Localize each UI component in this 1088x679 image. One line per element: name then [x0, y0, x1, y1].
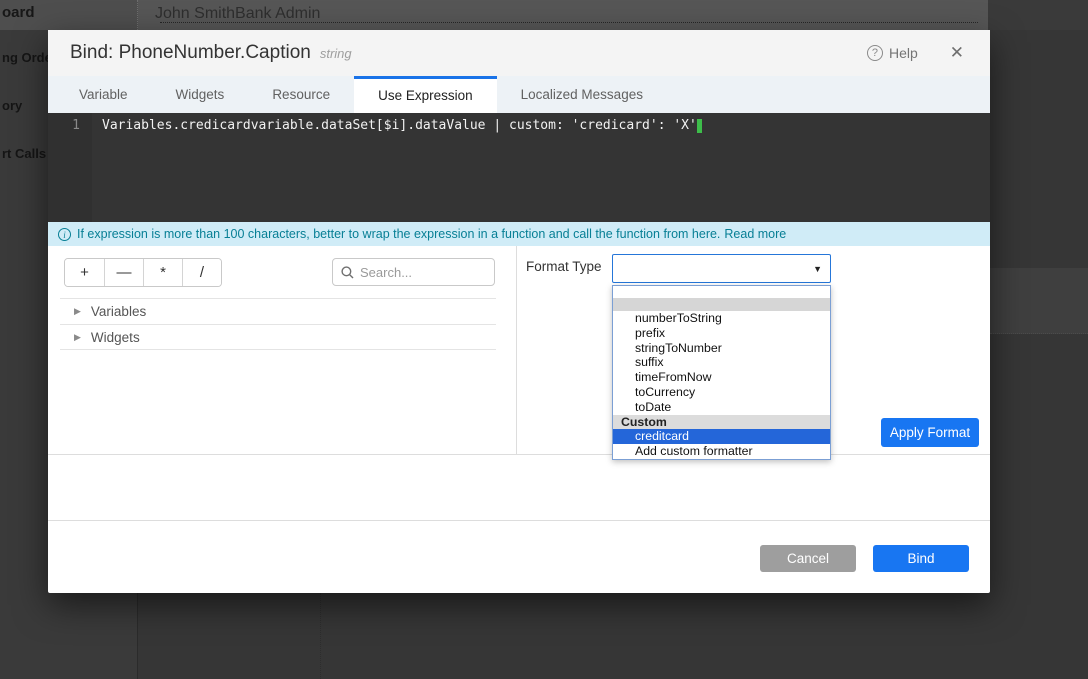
dropdown-option-empty[interactable]	[613, 298, 830, 311]
tab-use-expression[interactable]: Use Expression	[354, 76, 497, 113]
search-input[interactable]	[360, 265, 486, 280]
info-banner: i If expression is more than 100 charact…	[48, 222, 990, 246]
dropdown-arrow-icon: ▼	[813, 264, 822, 274]
background-divider	[320, 593, 321, 679]
dropdown-option[interactable]: prefix	[613, 326, 830, 341]
format-type-select[interactable]: ▼	[612, 254, 831, 283]
bind-dialog: Bind: PhoneNumber.Caption string ? Help …	[48, 30, 990, 593]
search-box	[332, 258, 495, 286]
footer-divider	[48, 520, 990, 521]
dropdown-option[interactable]: suffix	[613, 355, 830, 370]
binding-source-tree: ▶ Variables ▶ Widgets	[60, 298, 496, 350]
dropdown-spacer	[613, 286, 830, 298]
caret-right-icon: ▶	[74, 332, 81, 343]
dropdown-option-creditcard[interactable]: creditcard	[613, 429, 830, 444]
dropdown-option[interactable]: stringToNumber	[613, 341, 830, 356]
close-icon[interactable]: ✕	[946, 41, 968, 65]
help-icon: ?	[867, 45, 883, 61]
dialog-title: Bind: PhoneNumber.Caption	[70, 42, 311, 64]
plus-operator-button[interactable]: +	[65, 259, 104, 286]
dropdown-option[interactable]: numberToString	[613, 311, 830, 326]
background-sidebar-item: rt Calls	[2, 146, 46, 161]
apply-format-button[interactable]: Apply Format	[881, 418, 979, 447]
dialog-tabs: Variable Widgets Resource Use Expression…	[48, 76, 990, 113]
help-button[interactable]: ? Help	[867, 45, 918, 61]
help-label: Help	[889, 45, 918, 61]
dropdown-option-add-custom-formatter[interactable]: Add custom formatter	[613, 444, 830, 459]
tab-variable[interactable]: Variable	[55, 76, 152, 113]
tab-resource[interactable]: Resource	[248, 76, 354, 113]
search-icon	[341, 266, 354, 279]
background-sidebar-item: ory	[2, 98, 22, 113]
tree-node-widgets[interactable]: ▶ Widgets	[60, 324, 496, 350]
dropdown-option[interactable]: toDate	[613, 400, 830, 415]
background-panel-band	[990, 268, 1088, 334]
format-type-dropdown: numberToString prefix stringToNumber suf…	[612, 285, 831, 460]
tree-node-variables[interactable]: ▶ Variables	[60, 298, 496, 324]
divide-operator-button[interactable]: /	[182, 259, 221, 286]
dialog-header: Bind: PhoneNumber.Caption string ? Help …	[48, 30, 990, 76]
editor-line-number: 1	[48, 113, 92, 222]
background-page-title: John SmithBank Admin	[155, 5, 320, 23]
minus-operator-button[interactable]: —	[104, 259, 143, 286]
background-top-bar-right	[988, 0, 1088, 30]
bind-button[interactable]: Bind	[873, 545, 969, 572]
format-type-label: Format Type	[526, 259, 602, 274]
background-dotted-field	[160, 22, 978, 30]
cancel-button[interactable]: Cancel	[760, 545, 856, 572]
caret-right-icon: ▶	[74, 306, 81, 317]
multiply-operator-button[interactable]: *	[143, 259, 182, 286]
background-sidebar-item: oard	[2, 4, 35, 21]
expression-builder-panel: + — * / ▶ Variables ▶ Widgets	[48, 246, 517, 455]
tab-localized-messages[interactable]: Localized Messages	[497, 76, 667, 113]
info-icon: i	[58, 228, 71, 241]
dialog-content: + — * / ▶ Variables ▶ Widgets	[48, 246, 990, 455]
dropdown-group-custom: Custom	[613, 415, 830, 430]
operator-button-group: + — * /	[64, 258, 222, 287]
read-more-link[interactable]: Read more	[724, 227, 786, 241]
editor-caret	[697, 119, 702, 133]
dropdown-option[interactable]: toCurrency	[613, 385, 830, 400]
dialog-type-label: string	[320, 46, 352, 61]
editor-code-line: Variables.credicardvariable.dataSet[$i].…	[92, 113, 990, 222]
dropdown-option[interactable]: timeFromNow	[613, 370, 830, 385]
background-sidebar-top: oard	[0, 0, 138, 30]
expression-text: Variables.credicardvariable.dataSet[$i].…	[102, 118, 697, 133]
format-panel: Format Type ▼ numberToString prefix stri…	[517, 246, 990, 455]
expression-editor[interactable]: 1 Variables.credicardvariable.dataSet[$i…	[48, 113, 990, 222]
tree-node-label: Variables	[91, 304, 146, 319]
tree-node-label: Widgets	[91, 330, 140, 345]
info-banner-text: If expression is more than 100 character…	[77, 227, 720, 241]
tab-widgets[interactable]: Widgets	[152, 76, 249, 113]
